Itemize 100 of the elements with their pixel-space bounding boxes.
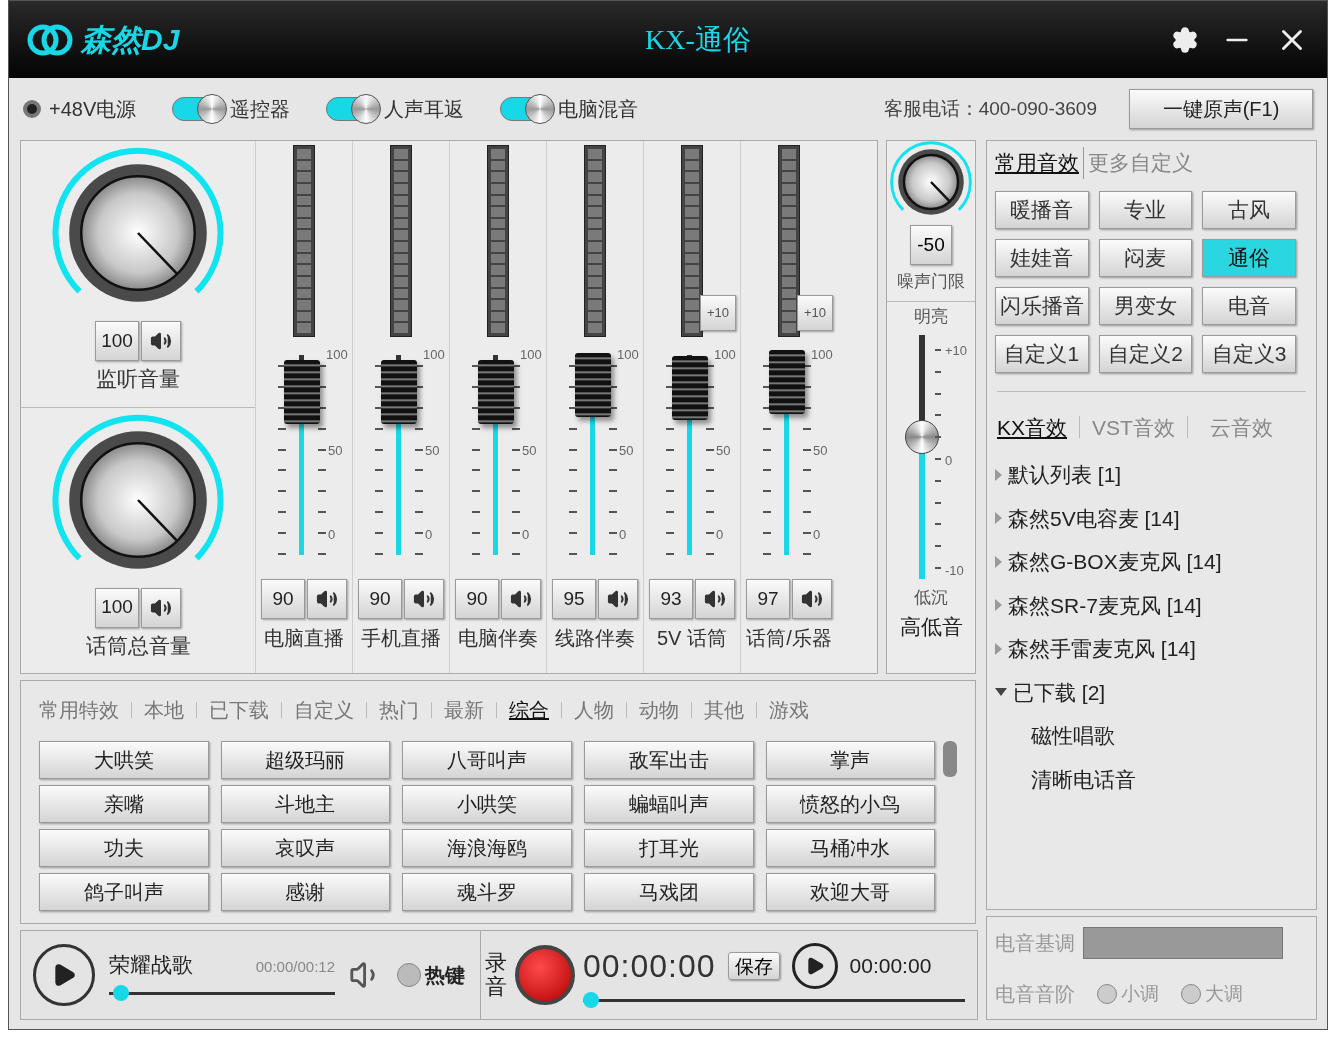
boost-button[interactable]: +10 [797,295,833,331]
channel-label: 线路伴奏 [555,626,635,651]
effect-button[interactable]: 亲嘴 [39,785,209,823]
preset-button[interactable]: 专业 [1098,190,1193,229]
reset-button[interactable]: 一键原声(F1) [1129,89,1313,129]
effect-button[interactable]: 哀叹声 [220,829,391,867]
tree-item[interactable]: 森然SR-7麦克风 [14] [1008,589,1202,621]
scale-radio[interactable] [1181,984,1201,1004]
effect-tab[interactable]: 其他 [704,695,744,725]
preset-button[interactable]: 通俗 [1202,238,1296,277]
record-progress[interactable] [583,992,965,1008]
mute-button[interactable] [501,579,541,619]
effect-button[interactable]: 鸽子叫声 [39,873,209,911]
scrollbar-thumb[interactable] [943,741,957,777]
boost-button[interactable]: +10 [700,295,736,331]
play-button[interactable] [33,944,95,1006]
preset-button[interactable]: 电音 [1202,286,1296,325]
effect-button[interactable]: 打耳光 [583,829,754,867]
mute-button[interactable] [695,579,735,619]
volume-value[interactable]: 100 [95,321,139,361]
power-indicator[interactable] [23,100,41,118]
record-button[interactable] [515,945,575,1005]
song-progress[interactable] [109,984,335,1001]
progress-thumb[interactable] [583,992,599,1008]
preset-button[interactable]: 古风 [1202,190,1296,229]
volume-value[interactable]: 90 [455,579,499,619]
preset-button[interactable]: 暖播音 [995,190,1089,229]
effect-tab[interactable]: 本地 [144,695,184,725]
effect-button[interactable]: 魂斗罗 [402,873,572,911]
preset-button[interactable]: 自定义1 [995,334,1089,373]
preset-button[interactable]: 自定义3 [1202,334,1296,373]
effect-button[interactable]: 海浪海鸥 [402,829,572,867]
effect-tab[interactable]: 常用特效 [39,695,119,725]
volume-value[interactable]: 100 [95,587,139,628]
effect-button[interactable]: 蝙蝠叫声 [583,785,754,823]
effect-button[interactable]: 超级玛丽 [220,741,391,779]
preset-button[interactable]: 男变女 [1098,286,1193,325]
volume-value[interactable]: 93 [649,579,693,619]
fader-handle[interactable] [672,355,708,420]
toggle-switch[interactable] [500,97,555,121]
progress-thumb[interactable] [113,984,130,1001]
library-tab[interactable]: KX音效 [997,411,1067,443]
effect-tab[interactable]: 游戏 [769,695,809,725]
effect-button[interactable]: 斗地主 [220,785,391,823]
effect-button[interactable]: 马戏团 [583,873,754,911]
preset-button[interactable]: 娃娃音 [995,238,1089,277]
settings-icon[interactable] [1171,25,1199,54]
fader-handle[interactable] [575,352,611,417]
gate-value[interactable]: -50 [910,225,952,265]
expand-arrow-icon[interactable] [995,688,1007,697]
preset-button[interactable]: 闷麦 [1098,238,1193,277]
volume-value[interactable]: 90 [261,579,305,619]
effect-button[interactable]: 愤怒的小鸟 [765,785,936,823]
mute-button[interactable] [598,579,638,619]
effect-tab[interactable]: 已下载 [209,695,269,725]
fader-handle[interactable] [769,349,805,414]
effect-tab[interactable]: 综合 [509,695,549,725]
effect-button[interactable]: 大哄笑 [39,741,209,779]
hotkey-radio[interactable] [397,963,421,987]
fader-handle[interactable] [284,360,320,424]
effect-button[interactable]: 八哥叫声 [402,741,572,779]
mute-button[interactable] [141,321,181,361]
mute-button[interactable] [141,587,181,628]
effect-button[interactable]: 敌军出击 [583,741,754,779]
preset-tab[interactable]: 常用音效 [995,147,1084,179]
effect-button[interactable]: 掌声 [765,741,936,779]
effect-button[interactable]: 小哄笑 [402,785,572,823]
toggle-switch[interactable] [172,97,227,121]
volume-value[interactable]: 97 [746,579,790,619]
mute-button[interactable] [792,579,832,619]
fader-handle[interactable] [478,360,514,424]
tree-item[interactable]: 森然5V电容麦 [14] [1008,502,1180,534]
preset-button[interactable]: 闪乐播音 [995,286,1089,325]
preset-button[interactable]: 自定义2 [1098,334,1193,373]
save-button[interactable]: 保存 [727,952,780,980]
tree-item[interactable]: 森然G-BOX麦克风 [14] [1008,546,1222,578]
effect-tab[interactable]: 动物 [639,695,679,725]
tone-handle[interactable] [905,420,939,455]
play-button[interactable] [791,943,838,989]
volume-value[interactable]: 90 [358,579,402,619]
mute-button[interactable] [404,579,444,619]
tree-item[interactable]: 已下载 [2] [1013,676,1106,708]
effect-button[interactable]: 功夫 [39,829,209,867]
effect-tab[interactable]: 热门 [379,695,419,725]
tree-item[interactable]: 磁性唱歌 [1031,720,1308,752]
mute-button[interactable] [307,579,347,619]
effect-button[interactable]: 欢迎大哥 [765,873,936,911]
effect-tab[interactable]: 最新 [444,695,484,725]
tree-item[interactable]: 清晰电话音 [1031,763,1308,795]
fader-handle[interactable] [381,360,417,424]
effect-button[interactable]: 感谢 [220,873,391,911]
effect-button[interactable]: 马桶冲水 [765,829,936,867]
effect-tab[interactable]: 人物 [574,695,614,725]
scale-radio[interactable] [1097,984,1117,1004]
volume-value[interactable]: 95 [552,579,596,619]
tree-item[interactable]: 森然手雷麦克风 [14] [1008,633,1196,665]
effect-tab[interactable]: 自定义 [294,695,354,725]
tree-item[interactable]: 默认列表 [1] [1008,459,1122,491]
toggle-switch[interactable] [326,97,381,121]
window-title: KX-通俗 [644,22,752,57]
